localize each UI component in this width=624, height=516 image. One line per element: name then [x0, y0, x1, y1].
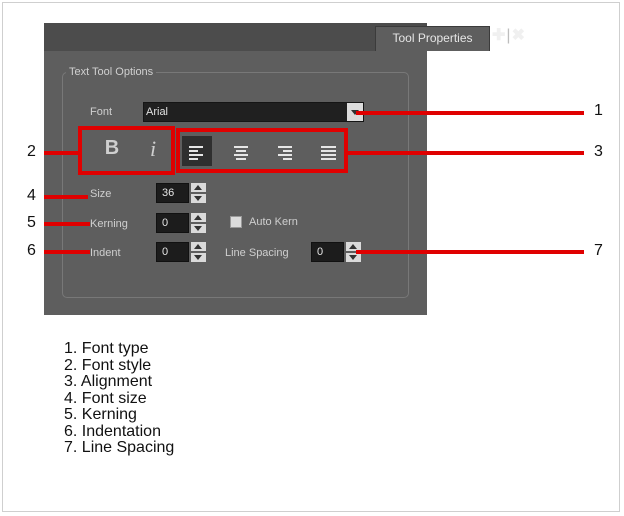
size-stepper[interactable]: 36: [156, 183, 208, 203]
close-icon[interactable]: ✖: [512, 28, 525, 44]
callout-line-7: [356, 250, 584, 254]
callout-line-5: [44, 222, 90, 226]
callout-line-1: [356, 111, 584, 115]
kerning-stepper[interactable]: 0: [156, 213, 208, 233]
callout-number-5: 5: [27, 214, 36, 231]
legend-list: 1. Font type 2. Font style 3. Alignment …: [64, 340, 175, 457]
callout-line-6: [44, 250, 90, 254]
line-spacing-label: Line Spacing: [225, 247, 289, 259]
legend-item: 4. Font size: [64, 389, 147, 407]
legend-item: 3. Alignment: [64, 373, 153, 390]
size-field[interactable]: 36: [156, 183, 189, 203]
font-dropdown[interactable]: [143, 102, 364, 122]
decrement-icon[interactable]: [191, 194, 206, 203]
tab-icons: ✚|✖: [492, 27, 525, 44]
indent-stepper[interactable]: 0: [156, 242, 208, 262]
callout-number-1: 1: [594, 102, 603, 119]
indent-field[interactable]: 0: [156, 242, 189, 262]
callout-line-2: [44, 151, 80, 155]
legend-item: 7. Line Spacing: [64, 439, 175, 456]
callout-box-3: [176, 128, 348, 173]
tab-separator: |: [506, 27, 511, 44]
increment-icon[interactable]: [191, 183, 206, 192]
callout-number-4: 4: [27, 187, 36, 204]
font-dropdown-value: Arial: [146, 106, 169, 118]
callout-number-6: 6: [27, 242, 36, 259]
decrement-icon[interactable]: [191, 253, 206, 262]
callout-number-7: 7: [594, 242, 603, 259]
increment-icon[interactable]: [191, 213, 206, 222]
callout-line-3: [346, 151, 584, 155]
indent-label: Indent: [90, 247, 121, 259]
callout-number-3: 3: [594, 143, 603, 160]
decrement-icon[interactable]: [346, 253, 361, 262]
legend-item: 6. Indentation: [64, 422, 161, 440]
legend-item: 2. Font style: [64, 356, 152, 374]
callout-box-2: [78, 126, 175, 175]
add-tab-icon[interactable]: ✚: [492, 28, 505, 44]
tab-tool-properties[interactable]: Tool Properties: [375, 26, 490, 51]
auto-kern-checkbox[interactable]: [230, 216, 242, 228]
callout-line-4: [44, 195, 88, 199]
panel-tab-bar: [44, 23, 427, 51]
decrement-icon[interactable]: [191, 224, 206, 233]
kerning-label: Kerning: [90, 218, 128, 230]
line-spacing-field[interactable]: 0: [311, 242, 344, 262]
auto-kern-label: Auto Kern: [249, 216, 298, 228]
callout-number-2: 2: [27, 143, 36, 160]
font-label: Font: [90, 106, 113, 118]
legend-item: 1. Font type: [64, 340, 149, 357]
group-label: Text Tool Options: [66, 66, 157, 78]
kerning-field[interactable]: 0: [156, 213, 189, 233]
legend-item: 5. Kerning: [64, 406, 137, 423]
size-label: Size: [90, 188, 112, 200]
increment-icon[interactable]: [191, 242, 206, 251]
